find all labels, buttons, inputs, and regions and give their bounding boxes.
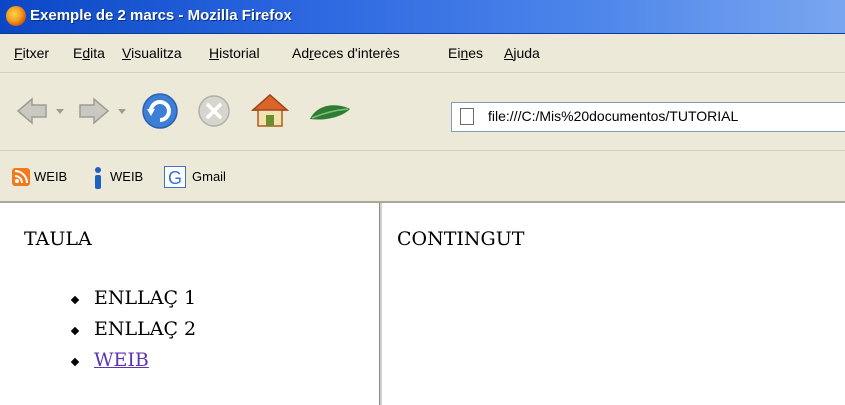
menu-visualitza[interactable]: Visualitza	[122, 45, 182, 61]
menu-adreces-interes[interactable]: Adreces d'interès	[292, 45, 400, 61]
google-icon: G	[164, 166, 186, 188]
reload-icon[interactable]	[140, 91, 180, 131]
window-title: Exemple de 2 marcs - Mozilla Firefox	[30, 7, 292, 24]
menu-bar: Fitxer Edita Visualitza Historial Adrece…	[0, 34, 845, 73]
menu-ajuda[interactable]: Ajuda	[504, 45, 540, 61]
stop-icon[interactable]	[196, 93, 232, 129]
left-frame-heading: TAULA	[24, 228, 92, 250]
link-enllac-1: ENLLAÇ 1	[94, 287, 197, 309]
link-weib[interactable]: WEIB	[94, 349, 149, 371]
bookmark-label: WEIB	[34, 169, 68, 184]
url-field[interactable]: file:///C:/Mis%20documentos/TUTORIAL	[451, 102, 845, 132]
forward-dropdown-icon[interactable]	[116, 105, 128, 117]
forward-icon[interactable]	[76, 93, 112, 129]
window-titlebar: Exemple de 2 marcs - Mozilla Firefox	[0, 0, 845, 34]
bookmark-weib-rss[interactable]: WEIB	[12, 166, 94, 188]
menu-fitxer[interactable]: Fitxer	[14, 45, 49, 61]
info-icon	[95, 167, 101, 189]
leaf-icon[interactable]	[308, 101, 352, 123]
bookmarks-toolbar: WEIB WEIB G Gmail	[0, 151, 845, 203]
bookmark-gmail[interactable]: G Gmail	[164, 166, 264, 188]
home-icon[interactable]	[250, 91, 290, 131]
bullet-icon	[70, 357, 80, 367]
bookmark-label: Gmail	[192, 169, 226, 184]
left-frame: TAULA ENLLAÇ 1 ENLLAÇ 2 WEIB	[0, 203, 379, 405]
menu-historial[interactable]: Historial	[209, 45, 260, 61]
menu-edita[interactable]: Edita	[73, 45, 105, 61]
right-frame-heading: CONTINGUT	[397, 228, 525, 250]
svg-text:G: G	[168, 168, 182, 188]
menu-eines[interactable]: Eines	[448, 45, 483, 61]
back-icon[interactable]	[14, 93, 50, 129]
url-text[interactable]: file:///C:/Mis%20documentos/TUTORIAL	[488, 108, 738, 124]
back-dropdown-icon[interactable]	[54, 105, 66, 117]
bookmark-label: WEIB	[110, 169, 144, 184]
bullet-icon	[70, 326, 80, 336]
page-icon	[460, 108, 474, 125]
firefox-icon	[6, 6, 26, 26]
bullet-icon	[70, 295, 80, 305]
right-frame: CONTINGUT	[383, 203, 845, 405]
link-enllac-2: ENLLAÇ 2	[94, 318, 197, 340]
rss-icon	[12, 168, 30, 186]
